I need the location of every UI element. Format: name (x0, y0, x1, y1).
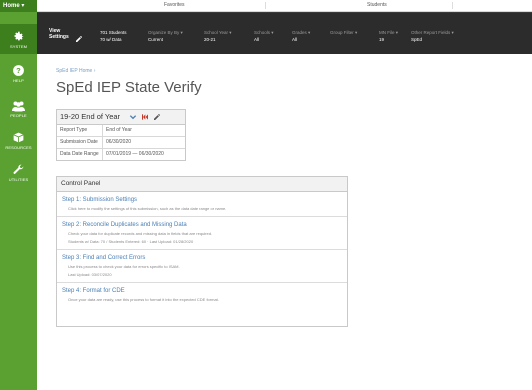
filter-value: All (292, 37, 298, 42)
filter-group[interactable]: Group Filter ▾ (330, 29, 357, 36)
divider (265, 2, 266, 9)
left-sidebar: Home ▾ SYSTEM ? HELP PEOPLE RESOURCES UT… (0, 0, 37, 390)
step-link[interactable]: Step 3: Find and Correct Errors (62, 254, 342, 263)
sidebar-item-label: HELP (13, 78, 24, 83)
step-status: Students w/ Data: 70 / Students Entered:… (68, 239, 194, 244)
filter-organize[interactable]: Organize By By ▾ Current (148, 29, 183, 43)
step-description: Check your data for duplicate records an… (68, 231, 213, 236)
step-description: Click here to modify the settings of thi… (68, 206, 227, 211)
filter-report-fields[interactable]: Other Report Fields ▾ SpEd (411, 29, 454, 43)
sidebar-item-label: UTILITIES (8, 177, 29, 182)
people-icon (0, 100, 37, 112)
info-value: End of Year (106, 127, 132, 133)
control-panel: Control Panel Step 1: Submission Setting… (56, 176, 348, 327)
step-link[interactable]: Step 4: Format for CDE (62, 287, 342, 296)
info-key: Data Date Range (57, 149, 103, 160)
gear-icon (0, 30, 37, 43)
filter-label: Schools ▾ (254, 30, 274, 35)
filter-value: SpEd (411, 37, 423, 42)
filter-value: All (254, 37, 260, 42)
sidebar-item-label: RESOURCES (5, 145, 32, 150)
student-count: 701 Students 70 w/ Data (100, 29, 127, 43)
filter-label: Organize By By ▾ (148, 30, 183, 35)
info-value: 06/30/2020 (106, 139, 132, 145)
students-with-data-value: 70 w/ Data (100, 37, 122, 42)
sidebar-item-people[interactable]: PEOPLE (0, 100, 37, 118)
svg-text:?: ? (16, 66, 21, 75)
settings-bar: View Settings 701 Students 70 w/ Data Or… (37, 12, 532, 54)
filter-value: Current (148, 37, 164, 42)
step-link[interactable]: Step 2: Reconcile Duplicates and Missing… (62, 221, 342, 230)
filter-label: Group Filter ▾ (330, 30, 358, 35)
submission-info-table: 19-20 End of Year Report Type End of Yea… (56, 109, 186, 161)
box-icon (0, 131, 37, 144)
step-find-errors: Step 3: Find and Correct Errors Use this… (57, 250, 347, 283)
sidebar-item-resources[interactable]: RESOURCES (0, 131, 37, 150)
filter-grades[interactable]: Grades ▾ All (292, 29, 310, 43)
filter-label: Grades ▾ (292, 30, 311, 35)
info-row-report-type: Report Type End of Year (57, 125, 185, 137)
step-link[interactable]: Step 1: Submission Settings (62, 196, 342, 205)
view-settings-button[interactable]: View Settings (49, 28, 69, 40)
sidebar-item-system[interactable]: SYSTEM (0, 24, 37, 54)
step-reconcile: Step 2: Reconcile Duplicates and Missing… (57, 217, 347, 250)
sidebar-item-label: SYSTEM (9, 44, 28, 49)
info-value: 07/01/2019 — 06/30/2020 (106, 151, 164, 157)
students-tab[interactable]: Students (367, 0, 387, 11)
step-description: Once your data are ready, use this proce… (68, 297, 219, 302)
pencil-icon[interactable] (153, 110, 161, 124)
home-menu-button[interactable]: Home ▾ (0, 0, 37, 12)
info-row-submission-date: Submission Date 06/30/2020 (57, 137, 185, 149)
filter-label: MN File ▾ (379, 30, 399, 35)
first-page-icon[interactable] (141, 110, 149, 124)
filter-school-year[interactable]: School Year ▾ 20-21 (204, 29, 232, 43)
filter-value: 19 (379, 37, 385, 42)
sidebar-item-utilities[interactable]: UTILITIES (0, 163, 37, 182)
filter-label: School Year ▾ (204, 30, 232, 35)
filter-label: Other Report Fields ▾ (411, 30, 454, 35)
top-bar: Favorites Students (37, 0, 532, 12)
page-title: SpEd IEP State Verify (56, 79, 202, 96)
step-status: Last Upload: 03/07/2020 (68, 272, 112, 277)
control-panel-title: Control Panel (57, 177, 347, 192)
info-row-date-range: Data Date Range 07/01/2019 — 06/30/2020 (57, 149, 185, 160)
favorites-tab[interactable]: Favorites (164, 0, 185, 11)
students-count-value: 701 Students (100, 30, 127, 35)
info-key: Submission Date (57, 137, 103, 148)
filter-schools[interactable]: Schools ▾ All (254, 29, 274, 43)
question-icon: ? (0, 64, 37, 77)
chevron-down-icon[interactable] (129, 110, 137, 124)
sidebar-item-label: PEOPLE (10, 113, 27, 118)
step-submission-settings: Step 1: Submission Settings Click here t… (57, 192, 347, 217)
divider (452, 2, 453, 9)
breadcrumb[interactable]: SpEd IEP Home › (56, 68, 95, 74)
sidebar-item-help[interactable]: ? HELP (0, 64, 37, 83)
info-key: Report Type (57, 125, 103, 136)
submission-header: 19-20 End of Year (57, 110, 185, 125)
submission-name: 19-20 End of Year (60, 112, 121, 121)
filter-mn-file[interactable]: MN File ▾ 19 (379, 29, 398, 43)
view-settings-line: Settings (49, 34, 69, 40)
filter-value: 20-21 (204, 37, 216, 42)
wrench-icon (0, 163, 37, 176)
step-format-cde: Step 4: Format for CDE Once your data ar… (57, 283, 347, 307)
pencil-icon[interactable] (75, 30, 83, 48)
step-description: Use this process to check your data for … (68, 264, 180, 269)
